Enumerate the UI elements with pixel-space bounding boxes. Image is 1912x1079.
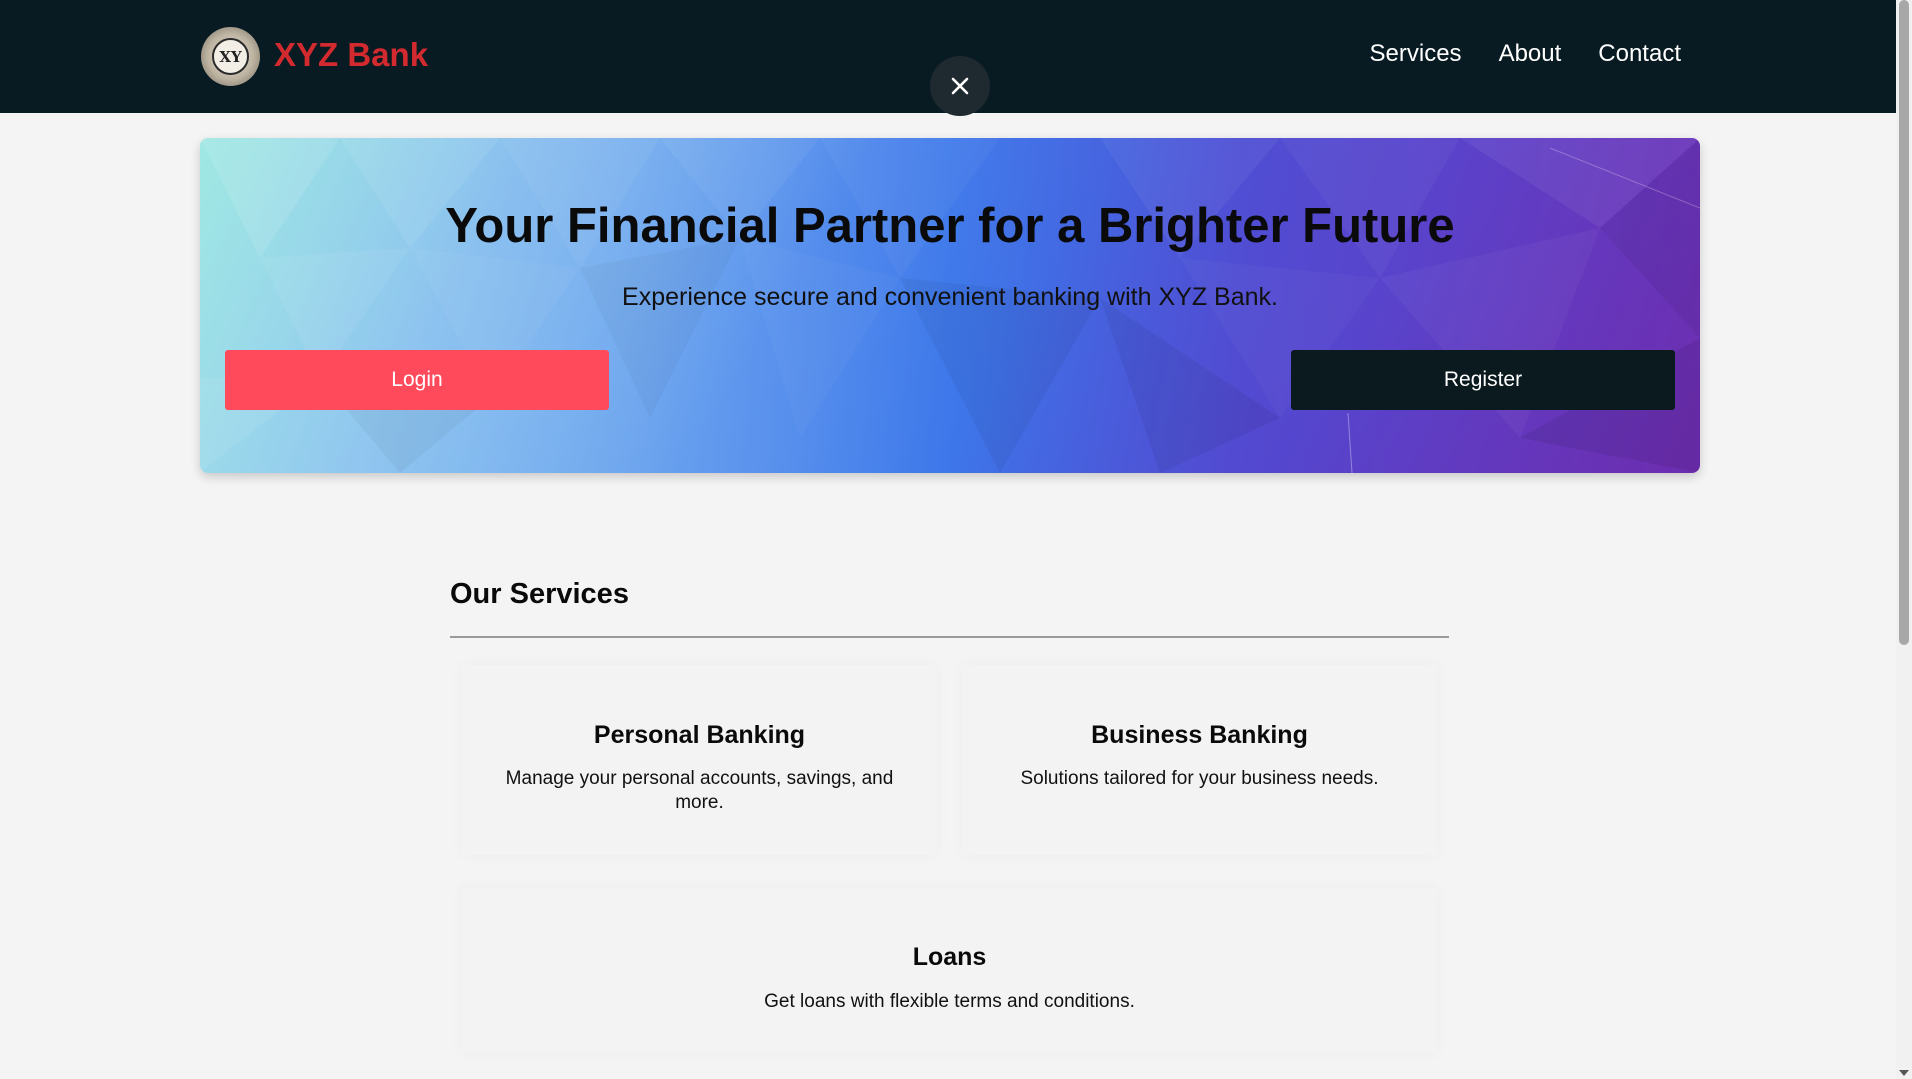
service-card-description: Solutions tailored for your business nee… — [1020, 768, 1379, 789]
service-card-personal-banking[interactable]: Personal Banking Manage your personal ac… — [462, 665, 937, 855]
hero-subtitle: Experience secure and convenient banking… — [622, 283, 1278, 311]
nav-link-about[interactable]: About — [1499, 40, 1562, 68]
bank-logo[interactable]: XY — [201, 27, 260, 86]
logo-emblem: XY — [212, 38, 249, 75]
service-card-title: Business Banking — [1091, 721, 1308, 749]
scrollbar-thumb[interactable] — [1899, 0, 1909, 645]
service-card-title: Loans — [912, 943, 987, 971]
service-card-title: Personal Banking — [593, 721, 806, 749]
nav-link-contact[interactable]: Contact — [1598, 40, 1681, 68]
service-card-business-banking[interactable]: Business Banking Solutions tailored for … — [962, 665, 1437, 855]
main-nav: Services About Contact — [1370, 40, 1681, 68]
brand-name[interactable]: XYZ Bank — [274, 36, 428, 74]
service-card-loans[interactable]: Loans Get loans with flexible terms and … — [462, 888, 1437, 1053]
scroll-down-arrow-icon[interactable] — [1899, 1070, 1909, 1076]
close-button[interactable] — [930, 56, 990, 116]
service-card-description: Get loans with flexible terms and condit… — [764, 991, 1135, 1012]
service-card-description: Manage your personal accounts, savings, … — [505, 768, 894, 813]
close-icon — [951, 77, 969, 95]
nav-link-services[interactable]: Services — [1370, 40, 1462, 68]
section-divider — [450, 636, 1449, 638]
hero-banner: Your Financial Partner for a Brighter Fu… — [200, 138, 1700, 473]
register-button[interactable]: Register — [1291, 350, 1675, 410]
hero-title: Your Financial Partner for a Brighter Fu… — [445, 199, 1455, 253]
page-scrollbar[interactable] — [1896, 0, 1912, 1079]
login-button[interactable]: Login — [225, 350, 609, 410]
services-heading: Our Services — [450, 578, 629, 610]
